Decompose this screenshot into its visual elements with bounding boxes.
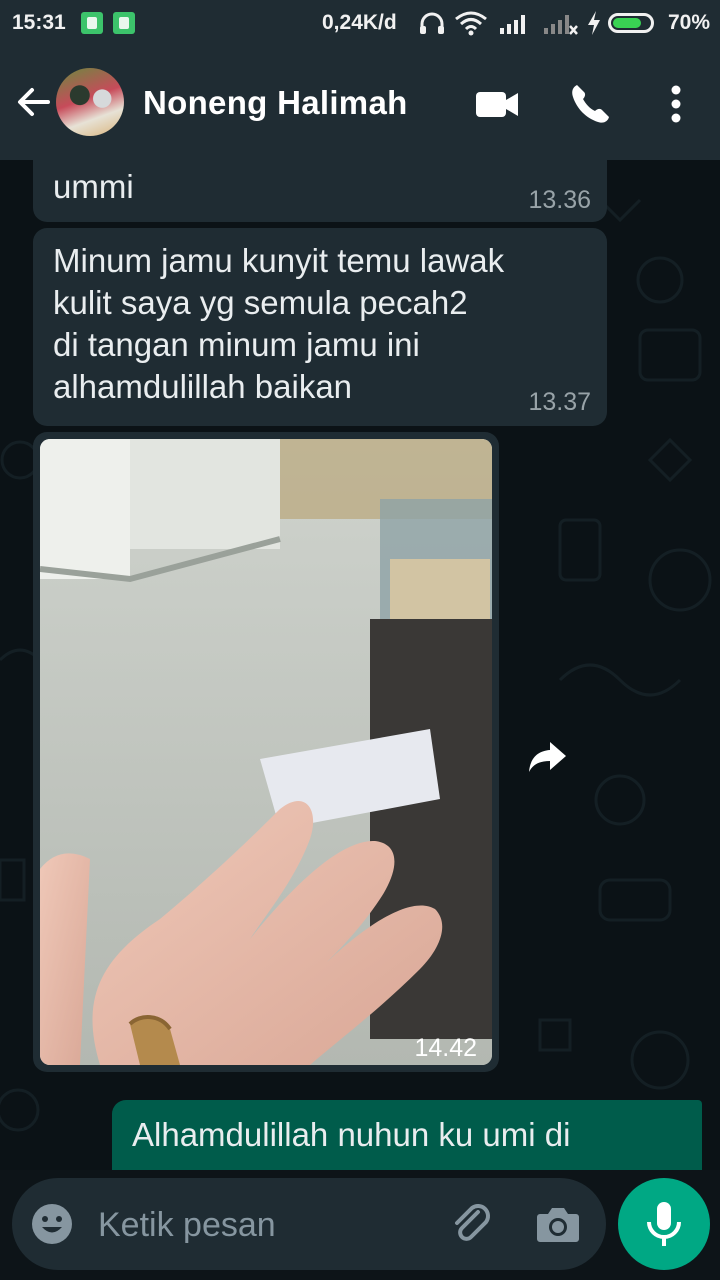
- forward-icon[interactable]: [520, 728, 576, 784]
- headphones-icon: [420, 12, 444, 34]
- outgoing-message[interactable]: Alhamdulillah nuhun ku umi di: [112, 1100, 702, 1170]
- message-composer: [12, 1178, 606, 1270]
- message-text: Alhamdulillah nuhun ku umi di: [132, 1116, 571, 1153]
- signal-icon: [500, 15, 525, 34]
- phone-icon[interactable]: [562, 76, 618, 132]
- mic-icon: [647, 1202, 681, 1246]
- wifi-icon: [455, 11, 487, 36]
- more-vert-icon[interactable]: [648, 76, 704, 132]
- status-time: 15:31: [12, 11, 66, 34]
- message-time: 14.42: [414, 1034, 477, 1062]
- battery-icon: [608, 13, 654, 33]
- message-time: 13.37: [528, 388, 591, 416]
- charging-icon: [588, 11, 600, 35]
- message-line: di tangan minum jamu ini: [53, 326, 420, 363]
- shield-icon: [81, 12, 103, 34]
- avatar[interactable]: [56, 68, 124, 136]
- incoming-message[interactable]: ummi 13.36: [33, 160, 607, 222]
- message-list[interactable]: ummi 13.36 Minum jamu kunyit temu lawak …: [0, 160, 720, 1170]
- video-call-icon[interactable]: [468, 76, 524, 132]
- signal-no-service-icon: [544, 15, 578, 35]
- message-text: Minum jamu kunyit temu lawak kulit saya …: [53, 240, 573, 408]
- message-line: alhamdulillah baikan: [53, 368, 353, 405]
- photo-content: [40, 439, 492, 1065]
- back-arrow-icon[interactable]: [14, 82, 54, 122]
- message-time: 13.36: [528, 186, 591, 214]
- battery-percent: 70%: [668, 11, 711, 34]
- chat-header: Noneng Halimah: [0, 48, 720, 160]
- status-bar: 15:31 0,24K/d 70%: [0, 0, 720, 48]
- incoming-image-message[interactable]: 14.42: [33, 432, 499, 1072]
- sim-icon: [113, 12, 135, 34]
- incoming-message[interactable]: Minum jamu kunyit temu lawak kulit saya …: [33, 228, 607, 426]
- contact-name[interactable]: Noneng Halimah: [143, 84, 408, 122]
- emoji-icon[interactable]: [30, 1202, 74, 1246]
- voice-record-button[interactable]: [618, 1178, 710, 1270]
- message-text: ummi: [53, 168, 134, 205]
- camera-icon[interactable]: [534, 1202, 582, 1246]
- message-line: Minum jamu kunyit temu lawak: [53, 242, 505, 279]
- message-line: kulit saya yg semula pecah2: [53, 284, 468, 321]
- image-attachment[interactable]: [40, 439, 492, 1065]
- message-input[interactable]: [96, 1200, 430, 1250]
- network-speed: 0,24K/d: [322, 11, 397, 34]
- attach-icon[interactable]: [448, 1200, 496, 1248]
